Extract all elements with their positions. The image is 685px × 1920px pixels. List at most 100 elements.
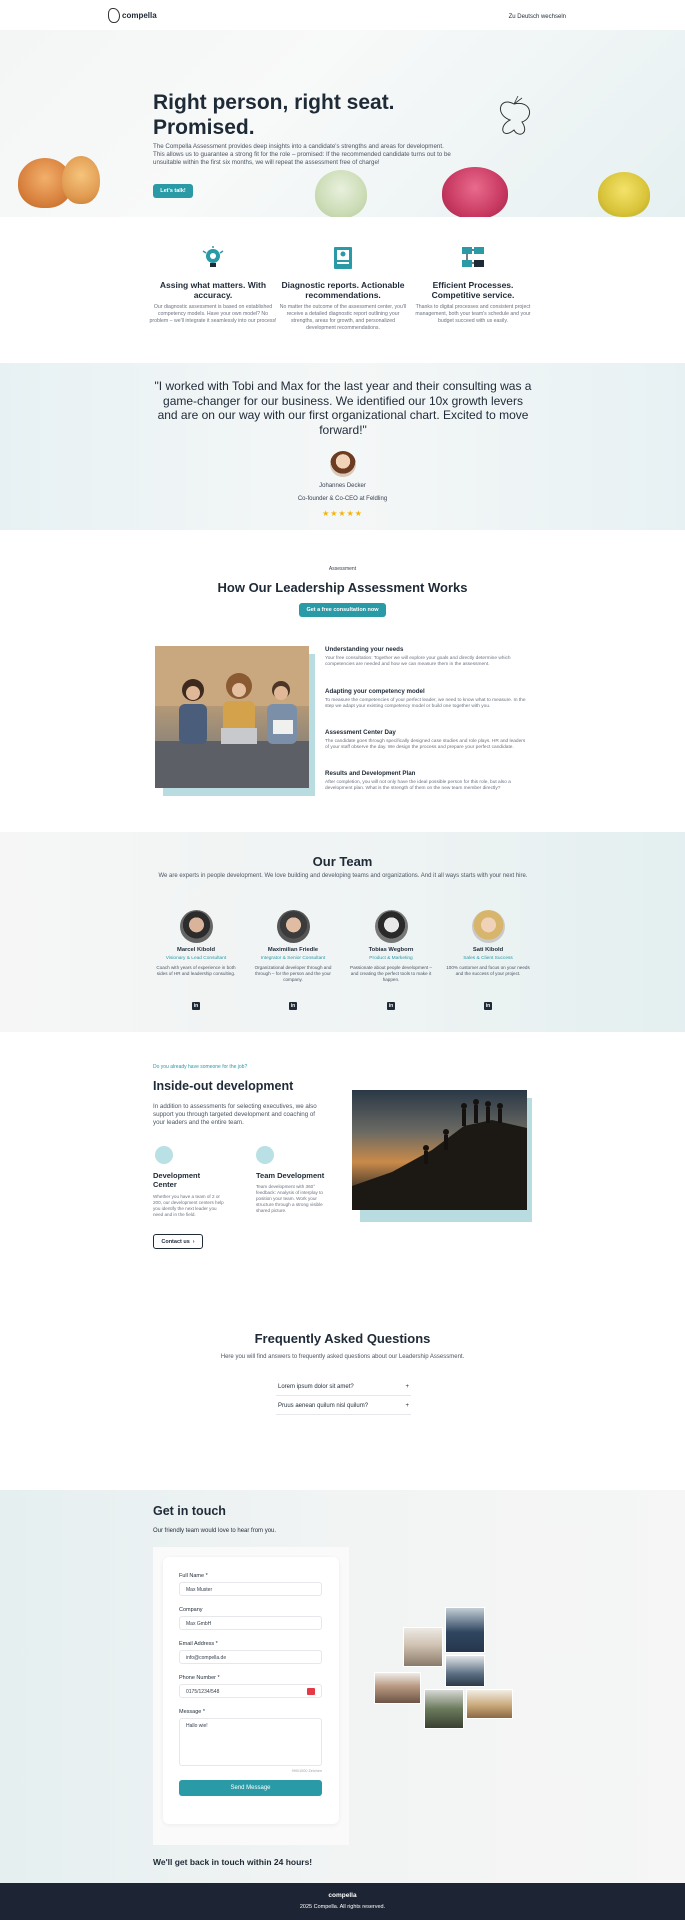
linkedin-icon[interactable]: in — [387, 1002, 395, 1010]
avatar — [374, 910, 408, 943]
step-adapting: Adapting your competency model To measur… — [325, 688, 530, 710]
response-time-note: We'll get back in touch within 24 hours! — [153, 1857, 313, 1867]
member-role: Product & Marketing — [369, 956, 413, 961]
message-textarea[interactable]: Hallo wie! — [179, 1718, 322, 1766]
cactus-green-decoration — [315, 170, 367, 217]
hero-title: Right person, right seat. Promised. — [153, 91, 395, 139]
testimonial-author: Johannes Decker — [319, 483, 366, 489]
faq-item[interactable]: Pruus aenean quilum nisl quilum? + — [276, 1398, 411, 1415]
cactus-orange-small-decoration — [62, 156, 100, 204]
faq-item[interactable]: Lorem ipsum dolor sit amet? + — [276, 1379, 411, 1396]
linkedin-icon[interactable]: in — [484, 1002, 492, 1010]
feature-text: Thanks to digital processes and consiste… — [415, 304, 531, 324]
target-idea-icon — [202, 246, 224, 267]
process-icon — [462, 247, 484, 267]
step-text: After completion, you will not only have… — [325, 780, 511, 792]
member-name: Maximilian Friedle — [267, 947, 319, 953]
company-input[interactable]: Max GmbH — [179, 1616, 322, 1630]
full-name-label: Full Name * — [179, 1573, 208, 1579]
linkedin-icon[interactable]: in — [192, 1002, 200, 1010]
step-text: The candidate goes through specifically … — [325, 739, 526, 751]
logo-mark-icon — [108, 8, 120, 23]
company-label: Company — [179, 1607, 203, 1613]
chevron-right-icon: › — [192, 1238, 195, 1245]
feature-card-processes: Efficient Processes. Competitive service… — [408, 245, 538, 325]
hero-description: The Compella Assessment provides deep in… — [153, 143, 451, 166]
team-meeting-illustration — [155, 646, 309, 788]
step-title: Results and Development Plan — [325, 770, 416, 777]
butterfly-line-icon — [500, 95, 530, 135]
step-assessment-day: Assessment Center Day The candidate goes… — [325, 729, 530, 751]
team-member-card: Tobias Wegborn Product & Marketing Passi… — [346, 910, 436, 983]
member-role: Visionary & Lead Consultant — [165, 956, 227, 961]
faq-subtitle: Here you will find answers to frequently… — [220, 1354, 465, 1360]
member-name: Marcel Kibold — [176, 947, 215, 953]
hero-section: Right person, right seat. Promised. The … — [0, 30, 685, 217]
full-name-input[interactable]: Max Muster — [179, 1582, 322, 1596]
free-consultation-button[interactable]: Get a free consultation now — [299, 603, 386, 617]
collage-photo-1 — [445, 1607, 485, 1653]
contact-form: Full Name * Max Muster Company Max GmbH … — [163, 1557, 339, 1824]
feature-card-accuracy: Assing what matters. With accuracy. Our … — [148, 245, 278, 325]
collage-photo-4 — [374, 1672, 421, 1704]
footer-logo[interactable]: compella — [0, 1892, 685, 1899]
team-section: Our Team We are experts in people develo… — [0, 832, 685, 1032]
language-switch-link[interactable]: Zu Deutsch wechseln — [509, 14, 566, 20]
email-input[interactable]: info@compella.de — [179, 1650, 322, 1664]
contact-us-button[interactable]: Contact us › — [153, 1234, 203, 1249]
email-label: Email Address * — [179, 1641, 218, 1647]
collage-photo-6 — [466, 1689, 513, 1719]
send-message-button[interactable]: Send Message — [179, 1780, 322, 1796]
testimonial-quote: "I worked with Tobi and Max for the last… — [154, 379, 532, 437]
step-title: Adapting your competency model — [325, 688, 425, 695]
collage-photo-5 — [424, 1689, 464, 1729]
top-navigation: compella Zu Deutsch wechseln — [0, 0, 685, 30]
phone-input[interactable]: 0175/1234/548 — [179, 1684, 322, 1698]
faq-question: Pruus aenean quilum nisl quilum? — [278, 1403, 369, 1409]
phone-label: Phone Number * — [179, 1675, 220, 1681]
contact-section: Get in touch Our friendly team would lov… — [0, 1490, 685, 1883]
linkedin-icon[interactable]: in — [289, 1002, 297, 1010]
io-item-text: Team development with 360° feedback: Ana… — [256, 1184, 323, 1213]
member-bio: 100% customer and focus on your needs an… — [446, 965, 530, 976]
io-item-text: Whether you have a team of 2 or 200, our… — [153, 1194, 224, 1217]
report-icon — [334, 247, 352, 269]
inside-out-text: In addition to assessments for selecting… — [153, 1103, 317, 1126]
cactus-pink-decoration — [442, 167, 508, 217]
copyright-text: 2025 Compella. All rights reserved. — [299, 1904, 386, 1910]
logo-text: compella — [122, 11, 157, 20]
member-role: Sales & Client Success — [463, 956, 513, 961]
team-meeting-photo — [155, 646, 309, 788]
how-it-works-title: How Our Leadership Assessment Works — [217, 580, 468, 595]
team-member-card: Sati Kibold Sales & Client Success 100% … — [443, 910, 533, 977]
member-name: Tobias Wegborn — [368, 947, 414, 953]
member-role: Integrator & Senior Consultant — [260, 956, 326, 961]
contact-subtitle: Our friendly team would love to hear fro… — [153, 1528, 277, 1534]
faq-question: Lorem ipsum dolor sit amet? — [278, 1384, 354, 1390]
faq-title: Frequently Asked Questions — [254, 1331, 431, 1346]
step-title: Assessment Center Day — [325, 729, 396, 736]
development-center-icon — [155, 1146, 173, 1164]
country-flag-icon[interactable] — [307, 1688, 315, 1695]
io-item-title: Team Development — [256, 1171, 325, 1180]
phone-value: 0175/1234/548 — [186, 1689, 220, 1695]
avatar — [471, 910, 505, 943]
contact-us-label: Contact us — [161, 1238, 190, 1245]
team-development-icon — [256, 1146, 274, 1164]
step-understanding: Understanding your needs Your free consu… — [325, 646, 530, 668]
cactus-yellow-decoration — [598, 172, 650, 217]
contact-form-wrapper: Full Name * Max Muster Company Max GmbH … — [153, 1547, 349, 1845]
member-bio: Passionate about people development – an… — [350, 965, 432, 982]
lets-talk-button[interactable]: Let's talk! — [153, 184, 193, 198]
io-item-title: Development Center — [153, 1171, 201, 1189]
message-label: Message * — [179, 1709, 205, 1715]
compella-logo[interactable]: compella — [108, 8, 157, 23]
inside-out-kicker: Do you already have someone for the job? — [153, 1064, 248, 1070]
team-title: Our Team — [312, 854, 373, 869]
feature-title: Assing what matters. With accuracy. — [159, 280, 267, 300]
footer: compella 2025 Compella. All rights reser… — [0, 1883, 685, 1920]
testimonial-role: Co-founder & Co-CEO at Feldling — [297, 496, 388, 502]
feature-text: No matter the outcome of the assessment … — [279, 304, 407, 331]
feature-title: Diagnostic reports. Actionable recommend… — [281, 280, 405, 300]
member-bio: Organizational developer through and thr… — [254, 965, 332, 982]
